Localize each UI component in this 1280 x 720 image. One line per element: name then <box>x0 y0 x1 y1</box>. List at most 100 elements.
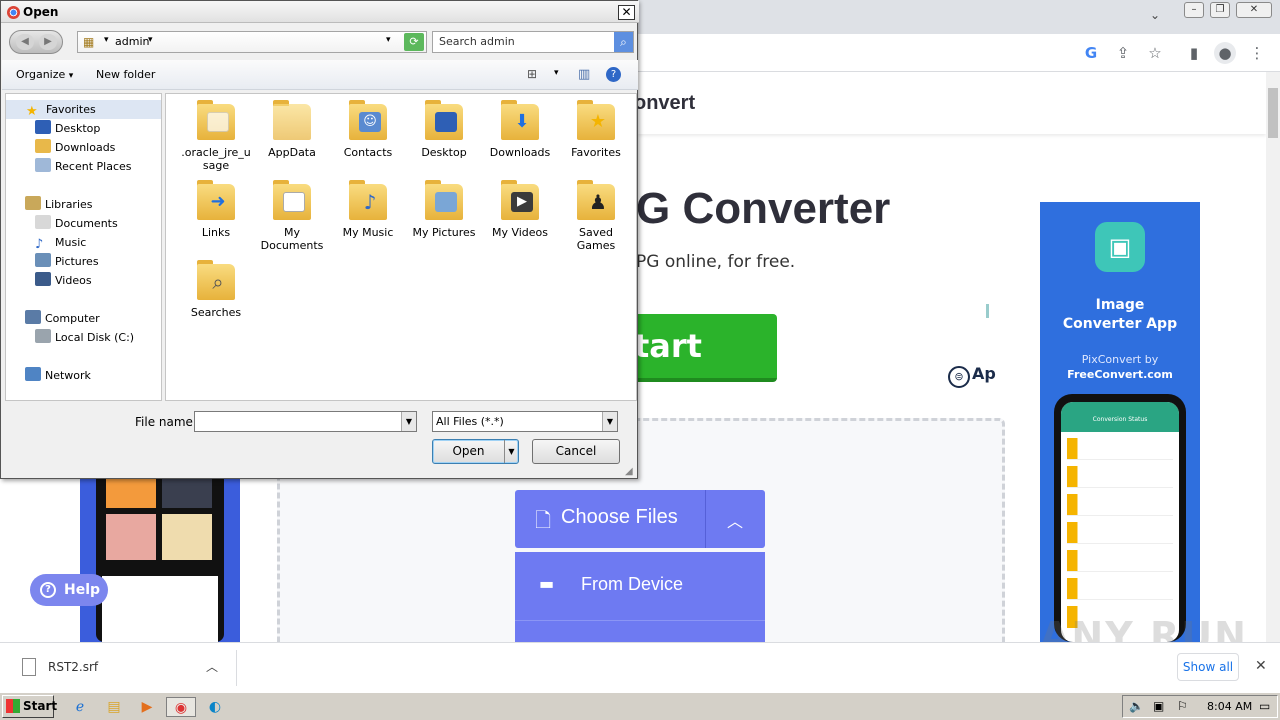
nav-music[interactable]: ♪ Music <box>6 233 86 252</box>
ad-byline2: FreeConvert.com <box>1067 368 1173 381</box>
chevron-up-icon[interactable]: ︿ <box>206 658 218 675</box>
videos-folder-icon: ▶ <box>501 180 539 222</box>
bookmark-star-icon[interactable]: ☆ <box>1144 42 1166 64</box>
menu-dots-icon[interactable]: ⋮ <box>1246 42 1268 64</box>
history-dropdown-icon[interactable]: ▾ <box>386 35 391 45</box>
nav-local-disk[interactable]: Local Disk (C:) <box>6 328 134 347</box>
nav-computer[interactable]: Computer <box>6 309 100 328</box>
help-icon[interactable]: ? <box>606 67 621 82</box>
file-item[interactable]: ➜ Links <box>178 180 254 239</box>
side-panel-icon[interactable]: ▮ <box>1183 42 1205 64</box>
chrome-icon[interactable]: ◉ <box>166 697 196 717</box>
refresh-icon[interactable]: ⟳ <box>404 33 424 51</box>
search-placeholder: Search admin <box>439 35 515 48</box>
close-icon[interactable]: ✕ <box>1255 658 1267 674</box>
new-folder-button[interactable]: New folder <box>96 68 155 81</box>
file-item[interactable]: ♟ Saved Games <box>558 180 634 252</box>
file-item[interactable]: My Documents <box>254 180 330 252</box>
file-type-select[interactable]: All Files (*.*) ▼ <box>432 411 618 432</box>
nav-downloads[interactable]: Downloads <box>6 138 115 157</box>
nav-documents[interactable]: Documents <box>6 214 118 233</box>
restore-button[interactable]: ❐ <box>1210 2 1230 18</box>
file-item[interactable]: ☺ Contacts <box>330 100 406 159</box>
preview-pane-icon[interactable]: ▥ <box>578 67 590 82</box>
file-item[interactable]: ⬇ Downloads <box>482 100 558 159</box>
clock[interactable]: 8:04 AM <box>1207 700 1252 713</box>
download-filename[interactable]: RST2.srf <box>48 660 98 674</box>
chevron-down-icon[interactable]: ▼ <box>504 440 518 463</box>
file-item[interactable]: ⌕ Searches <box>178 260 254 319</box>
chevron-down-icon[interactable]: ▾ <box>104 35 109 45</box>
address-bar[interactable]: ▦ ▾ admin ▾ ▾ ⟳ <box>77 31 427 53</box>
nav-pictures[interactable]: Pictures <box>6 252 99 271</box>
start-button[interactable]: Start <box>2 695 57 718</box>
close-button[interactable]: ✕ <box>618 5 635 20</box>
dialog-title: Open <box>23 5 59 19</box>
back-arrow-icon[interactable]: ◀ <box>16 34 34 50</box>
close-window-button[interactable]: ✕ <box>1236 2 1272 18</box>
organize-menu[interactable]: Organize ▾ <box>16 68 73 81</box>
file-item[interactable]: ♪ My Music <box>330 180 406 239</box>
nav-videos[interactable]: Videos <box>6 271 92 290</box>
file-item[interactable]: ★ Favorites <box>558 100 634 159</box>
resize-grip-icon[interactable]: ◢ <box>625 466 633 477</box>
open-button[interactable]: Open ▼ <box>432 439 519 464</box>
hero-subtitle: PG online, for free. <box>636 252 796 272</box>
show-desktop-icon[interactable]: ▭ <box>1259 699 1270 713</box>
tab-search-chevron-icon[interactable]: ⌄ <box>1150 8 1160 22</box>
view-icon[interactable]: ⊞ <box>527 67 537 81</box>
nav-network[interactable]: Network <box>6 366 91 385</box>
chevron-down-icon[interactable]: ▼ <box>602 412 617 431</box>
nav-desktop[interactable]: Desktop <box>6 119 100 138</box>
nav-recent-places[interactable]: Recent Places <box>6 157 132 176</box>
nav-music-label: Music <box>55 236 87 249</box>
help-label: Help <box>64 582 101 598</box>
file-label: My <box>283 226 300 239</box>
chevron-down-icon[interactable]: ▼ <box>401 412 416 431</box>
internet-explorer-icon[interactable]: ℯ <box>70 697 90 717</box>
view-dropdown-icon[interactable]: ▾ <box>554 68 559 78</box>
chevron-down-icon[interactable]: ▾ <box>148 35 153 45</box>
flag-icon[interactable]: ⚐ <box>1177 699 1188 713</box>
minimize-button[interactable]: – <box>1184 2 1204 18</box>
google-icon[interactable]: G <box>1080 42 1102 64</box>
file-item[interactable]: My Pictures <box>406 180 482 239</box>
choose-files-button[interactable]: 🗋 Choose Files ︿ <box>515 490 765 548</box>
page-scrollbar[interactable] <box>1266 72 1280 642</box>
nav-libraries[interactable]: Libraries <box>6 195 93 214</box>
share-icon[interactable]: ⇪ <box>1112 42 1134 64</box>
file-item[interactable]: ▶ My Videos <box>482 180 558 239</box>
file-label: Downloads <box>489 146 551 159</box>
site-logo-text[interactable]: onvert <box>634 92 695 115</box>
profile-avatar-icon[interactable]: ● <box>1214 42 1236 64</box>
start-button[interactable]: tart <box>620 314 777 382</box>
file-item[interactable]: Desktop <box>406 100 482 159</box>
file-name-input[interactable]: ▼ <box>194 411 417 432</box>
scrollbar-thumb[interactable] <box>1268 88 1278 138</box>
nav-pictures-label: Pictures <box>55 255 99 268</box>
from-device-option[interactable]: ▬ From Device <box>515 552 765 620</box>
nav-desktop-label: Desktop <box>55 122 101 135</box>
user-folder-icon: ▦ <box>83 35 95 49</box>
back-forward-buttons[interactable]: ◀ ▶ <box>9 30 63 54</box>
documents-icon <box>35 215 51 229</box>
volume-icon[interactable]: 🔈 <box>1129 699 1144 713</box>
media-player-icon[interactable]: ▶ <box>137 697 157 717</box>
ad-title-line1: Image <box>1095 297 1145 313</box>
address-text[interactable]: admin <box>115 35 149 48</box>
search-icon[interactable]: ⌕ <box>614 32 633 52</box>
network-icon[interactable]: ▣ <box>1153 699 1164 713</box>
file-item[interactable]: .oracle_jre_u sage <box>178 100 254 172</box>
help-button[interactable]: ? Help <box>30 574 108 606</box>
forward-arrow-icon[interactable]: ▶ <box>39 34 57 50</box>
edge-icon[interactable]: ◐ <box>205 697 225 717</box>
show-all-button[interactable]: Show all <box>1177 653 1239 681</box>
file-item[interactable]: AppData <box>254 100 330 159</box>
dialog-titlebar[interactable] <box>1 1 639 23</box>
explorer-icon[interactable]: ▤ <box>104 697 124 717</box>
file-label: Saved <box>579 226 613 239</box>
chevron-up-icon[interactable]: ︿ <box>727 508 743 532</box>
nav-favorites[interactable]: ★ Favorites <box>6 100 161 119</box>
dropdown-option[interactable] <box>515 620 765 642</box>
cancel-button[interactable]: Cancel <box>532 439 620 464</box>
